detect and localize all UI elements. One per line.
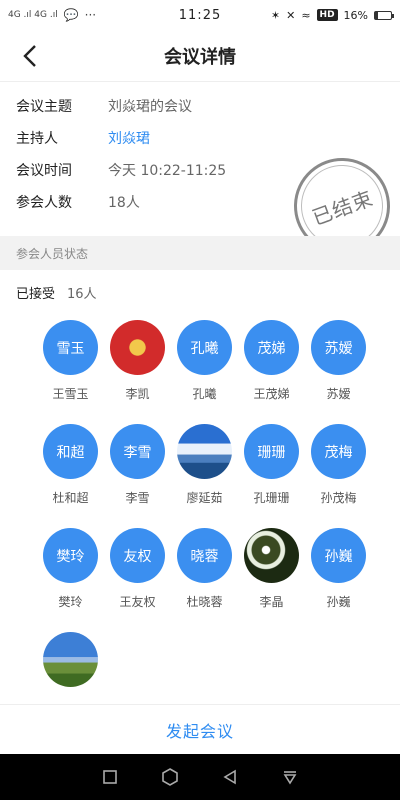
battery-icon	[374, 10, 394, 20]
participant-name: 杜和超	[52, 491, 89, 505]
hd-badge: HD	[316, 9, 338, 21]
meeting-info: 会议主题 刘焱珺的会议 主持人 刘焱珺 会议时间 今天 10:22-11:25 …	[0, 90, 400, 268]
participant-name: 王茂娣	[253, 387, 290, 401]
participant-row: 和超 杜和超 李雪 李雪 廖延茹 珊珊 孔珊珊 茂梅 孙茂梅	[0, 424, 400, 528]
bluetooth-icon: ✶	[270, 8, 281, 22]
time-label: 会议时间	[16, 163, 72, 179]
participant-item[interactable]: 孙巍 孙巍	[305, 528, 372, 632]
page-title: 会议详情	[164, 46, 236, 68]
avatar: 茂娣	[244, 320, 299, 375]
hexagon-icon	[162, 768, 178, 786]
header: 会议详情	[0, 30, 400, 82]
chevron-left-icon	[23, 45, 36, 67]
battery-text: 16%	[343, 8, 368, 22]
participant-item[interactable]: 和超 杜和超	[37, 424, 104, 528]
participant-name: 李雪	[125, 491, 150, 505]
avatar-photo	[244, 528, 299, 583]
participant-item[interactable]: 友权 王友权	[104, 528, 171, 632]
participant-item[interactable]: 廖延茹	[171, 424, 238, 528]
participant-row: 樊玲 樊玲 友权 王友权 晓蓉 杜晓蓉 李晶 孙巍 孙巍	[0, 528, 400, 632]
participant-item[interactable]: 李凯	[104, 320, 171, 424]
participant-item[interactable]: 李晶	[238, 528, 305, 632]
back-nav-button[interactable]	[210, 757, 250, 797]
mute-icon: ✕	[286, 8, 296, 22]
recent-apps-button[interactable]	[90, 757, 130, 797]
avatar: 雪玉	[43, 320, 98, 375]
avatar: 晓蓉	[177, 528, 232, 583]
topic-label: 会议主题	[16, 99, 72, 115]
participant-item[interactable]: 樊玲 樊玲	[37, 528, 104, 632]
avatar: 友权	[110, 528, 165, 583]
more-icon: ···	[84, 8, 97, 22]
chat-bubble-icon: 💬	[63, 8, 79, 22]
back-button[interactable]	[14, 40, 46, 72]
bottom-bar: 发起会议	[0, 704, 400, 754]
topic-value: 刘焱珺的会议	[108, 99, 192, 115]
avatar-photo	[110, 320, 165, 375]
participant-name: 廖延茹	[186, 491, 223, 505]
avatar: 樊玲	[43, 528, 98, 583]
participant-name: 苏嫒	[326, 387, 351, 401]
count-label: 参会人数	[16, 195, 72, 211]
signal-text: 4G .ıl 4G .ıl	[8, 10, 58, 20]
participant-item[interactable]: 孔曦 孔曦	[171, 320, 238, 424]
participant-name: 孙巍	[326, 595, 351, 609]
wifi-icon: ≈	[301, 8, 311, 22]
participant-name: 孙茂梅	[320, 491, 357, 505]
avatar: 李雪	[110, 424, 165, 479]
avatar: 和超	[43, 424, 98, 479]
participant-grid: 雪玉 王雪玉 李凯 孔曦 孔曦 茂娣 王茂娣 苏嫒 苏嫒 和超 杜和超 李雪 李雪 廖延茹 珊珊 孔珊珊 茂梅孙…	[0, 320, 400, 736]
avatar: 孔曦	[177, 320, 232, 375]
accepted-count: 16人	[67, 287, 97, 302]
status-right: ✶ ✕ ≈ HD 16%	[270, 8, 394, 22]
avatar: 珊珊	[244, 424, 299, 479]
time-value: 今天 10:22-11:25	[108, 163, 227, 179]
participant-row: 雪玉 王雪玉 李凯 孔曦 孔曦 茂娣 王茂娣 苏嫒 苏嫒	[0, 320, 400, 424]
home-button[interactable]	[150, 757, 190, 797]
avatar: 苏嫒	[311, 320, 366, 375]
participant-item[interactable]: 茂娣 王茂娣	[238, 320, 305, 424]
system-nav-bar	[0, 754, 400, 800]
accepted-label: 已接受	[16, 287, 56, 302]
avatar: 孙巍	[311, 528, 366, 583]
participant-name: 王雪玉	[52, 387, 89, 401]
participant-name: 李凯	[125, 387, 150, 401]
host-label: 主持人	[16, 131, 58, 147]
notification-button[interactable]	[270, 757, 310, 797]
participant-item[interactable]: 苏嫒 苏嫒	[305, 320, 372, 424]
pull-down-icon	[283, 771, 297, 785]
participant-name: 李晶	[259, 595, 284, 609]
avatar-photo	[177, 424, 232, 479]
status-bar: 4G .ıl 4G .ıl 💬 ··· 11:25 ✶ ✕ ≈ HD 16%	[0, 0, 400, 30]
participant-item[interactable]: 茂梅 孙茂梅	[305, 424, 372, 528]
stamp-text: 已结束	[308, 185, 377, 230]
host-value[interactable]: 刘焱珺	[108, 128, 150, 148]
info-row-topic: 会议主题 刘焱珺的会议	[0, 90, 400, 122]
avatar-photo	[43, 632, 98, 687]
section-header: 参会人员状态	[0, 236, 400, 270]
triangle-left-icon	[223, 769, 236, 785]
info-row-host: 主持人 刘焱珺	[0, 122, 400, 154]
square-icon	[103, 770, 117, 784]
status-left: 4G .ıl 4G .ıl 💬 ···	[8, 8, 96, 22]
participant-name: 孔曦	[192, 387, 217, 401]
start-meeting-button[interactable]: 发起会议	[166, 718, 234, 742]
participant-item[interactable]: 珊珊 孔珊珊	[238, 424, 305, 528]
participant-name: 杜晓蓉	[186, 595, 223, 609]
participant-name: 孔珊珊	[253, 491, 290, 505]
count-value: 18人	[108, 195, 140, 211]
participant-item[interactable]: 雪玉 王雪玉	[37, 320, 104, 424]
participant-item[interactable]: 李雪 李雪	[104, 424, 171, 528]
accepted-summary: 已接受 16人	[16, 283, 97, 302]
participant-name: 樊玲	[58, 595, 83, 609]
avatar: 茂梅	[311, 424, 366, 479]
participant-item[interactable]: 晓蓉 杜晓蓉	[171, 528, 238, 632]
participant-name: 王友权	[119, 595, 156, 609]
